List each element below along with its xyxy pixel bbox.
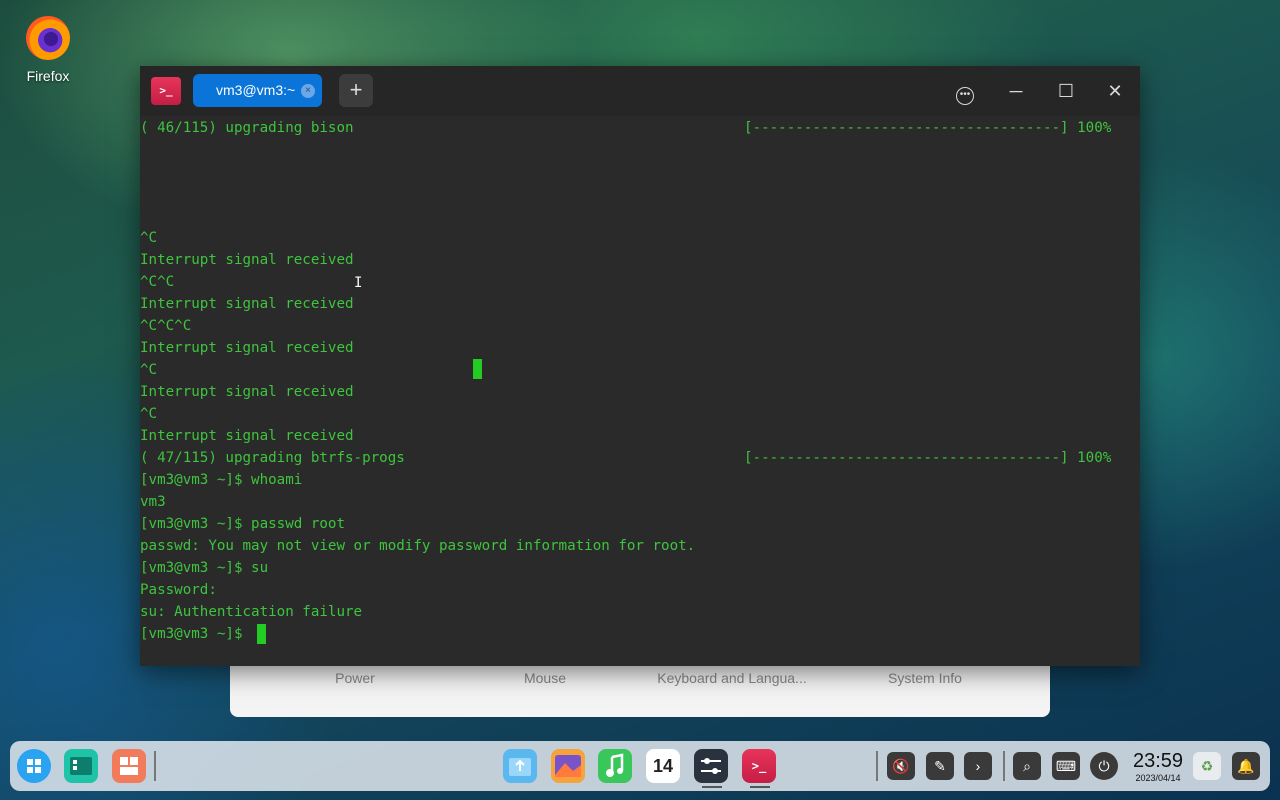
terminal-icon: >_ <box>751 759 767 773</box>
menu-button[interactable]: ••• <box>952 78 978 105</box>
active-indicator <box>750 786 770 788</box>
search-button[interactable]: ⌕ <box>1013 752 1041 780</box>
launcher-icon <box>27 759 41 773</box>
launcher-button[interactable] <box>17 749 51 783</box>
multitasking-button[interactable] <box>64 749 98 783</box>
terminal-line: [vm3@vm3 ~]$ whoami <box>140 472 303 488</box>
power-icon: ⏻ <box>1098 758 1110 774</box>
terminal-line: Interrupt signal received <box>140 296 354 312</box>
terminal-titlebar[interactable]: >_ vm3@vm3:~ × + ••• ─ ☐ ✕ <box>140 66 1140 116</box>
terminal-line: su: Authentication failure <box>140 604 363 620</box>
image-viewer-icon <box>555 755 581 777</box>
maximize-icon: ☐ <box>1057 81 1075 101</box>
terminal-line: ( 46/115) upgrading bison <box>140 120 354 136</box>
calendar-icon: 14 <box>652 756 674 776</box>
terminal-window: >_ vm3@vm3:~ × + ••• ─ ☐ ✕ ( 46/115) upg… <box>140 66 1140 666</box>
music-button[interactable] <box>598 749 632 783</box>
calendar-button[interactable]: 14 <box>646 749 680 783</box>
control-center-icon <box>701 758 721 774</box>
volume-button[interactable]: 🔇 <box>887 752 915 780</box>
terminal-line: Interrupt signal received <box>140 340 354 356</box>
volume-muted-icon: 🔇 <box>892 758 910 774</box>
active-indicator <box>702 786 722 788</box>
desktop-icon-firefox[interactable]: Firefox <box>18 16 78 84</box>
notification-button[interactable]: 🔔 <box>1232 752 1260 780</box>
terminal-line: Interrupt signal received <box>140 384 354 400</box>
clock[interactable]: 23:59 2023/04/14 <box>1128 750 1188 784</box>
terminal-line: Interrupt signal received <box>140 428 354 444</box>
trash-button[interactable]: ♻ <box>1193 752 1221 780</box>
maximize-button[interactable]: ☐ <box>1053 78 1079 104</box>
terminal-line: Password: <box>140 582 217 598</box>
progress-bar-text: [------------------------------------] 1… <box>744 120 1112 136</box>
terminal-taskbar-button[interactable]: >_ <box>742 749 776 783</box>
terminal-app-icon: >_ <box>151 77 181 105</box>
settings-item-keyboard[interactable]: Keyboard and Langua... <box>637 670 827 686</box>
ghost-cursor <box>473 359 482 379</box>
workspace-icon <box>120 757 138 775</box>
desktop-icon-label: Firefox <box>26 68 70 84</box>
taskbar-divider <box>1003 751 1005 781</box>
terminal-line: [vm3@vm3 ~]$ passwd root <box>140 516 345 532</box>
music-icon <box>606 753 624 777</box>
mouse-ibeam-icon: I <box>354 275 363 291</box>
minimize-icon: ─ <box>1009 81 1023 101</box>
terminal-prompt-line: [vm3@vm3 ~]$ <box>140 626 252 642</box>
pen-button[interactable]: ✎ <box>926 752 954 780</box>
control-center-button[interactable] <box>694 749 728 783</box>
search-icon: ⌕ <box>1023 758 1031 774</box>
workspace-button[interactable] <box>112 749 146 783</box>
taskbar-divider <box>154 751 156 781</box>
trash-icon: ♻ <box>1200 758 1214 774</box>
clock-date: 2023/04/14 <box>1135 773 1181 783</box>
keyboard-button[interactable]: ⌨ <box>1052 752 1080 780</box>
notification-icon: 🔔 <box>1237 758 1255 774</box>
clock-time: 23:59 <box>1132 750 1184 772</box>
taskbar: 14 >_ 🔇 ✎ › ⌕ ⌨ ⏻ 23:59 2023/04/14 ♻ 🔔 <box>10 741 1270 791</box>
text-cursor <box>257 624 266 644</box>
close-button[interactable]: ✕ <box>1102 78 1128 104</box>
multitasking-icon <box>70 757 92 775</box>
settings-item-power[interactable]: Power <box>260 670 450 686</box>
terminal-line: ^C^C^C <box>140 318 192 334</box>
progress-bar-text: [------------------------------------] 1… <box>744 450 1112 466</box>
new-tab-button[interactable]: + <box>339 74 373 107</box>
minimize-button[interactable]: ─ <box>1003 78 1029 104</box>
power-button[interactable]: ⏻ <box>1090 752 1118 780</box>
settings-item-mouse[interactable]: Mouse <box>450 670 640 686</box>
terminal-line: ^C^C <box>140 274 175 290</box>
file-manager-icon <box>509 758 531 776</box>
tab-close-icon[interactable]: × <box>301 84 315 98</box>
file-manager-button[interactable] <box>503 749 537 783</box>
image-viewer-button[interactable] <box>551 749 585 783</box>
taskbar-divider <box>876 751 878 781</box>
more-icon: ••• <box>956 87 974 105</box>
terminal-line: ^C <box>140 362 158 378</box>
pen-icon: ✎ <box>934 758 946 774</box>
terminal-line: vm3 <box>140 494 166 510</box>
keyboard-icon: ⌨ <box>1055 758 1077 774</box>
tab-title: vm3@vm3:~ <box>216 82 296 98</box>
terminal-line: ( 47/115) upgrading btrfs-progs <box>140 450 405 466</box>
terminal-line: [vm3@vm3 ~]$ su <box>140 560 269 576</box>
terminal-line: passwd: You may not view or modify passw… <box>140 538 696 554</box>
firefox-icon <box>26 16 70 60</box>
terminal-line: ^C <box>140 406 158 422</box>
terminal-line: Interrupt signal received <box>140 252 354 268</box>
settings-item-system-info[interactable]: System Info <box>830 670 1020 686</box>
terminal-line: ^C <box>140 230 158 246</box>
close-icon: ✕ <box>1107 81 1123 101</box>
terminal-output[interactable]: ( 46/115) upgrading bison [-------------… <box>140 116 1140 666</box>
expand-tray-button[interactable]: › <box>964 752 992 780</box>
chevron-right-icon: › <box>975 758 981 774</box>
tab-terminal[interactable]: vm3@vm3:~ × <box>193 74 322 107</box>
